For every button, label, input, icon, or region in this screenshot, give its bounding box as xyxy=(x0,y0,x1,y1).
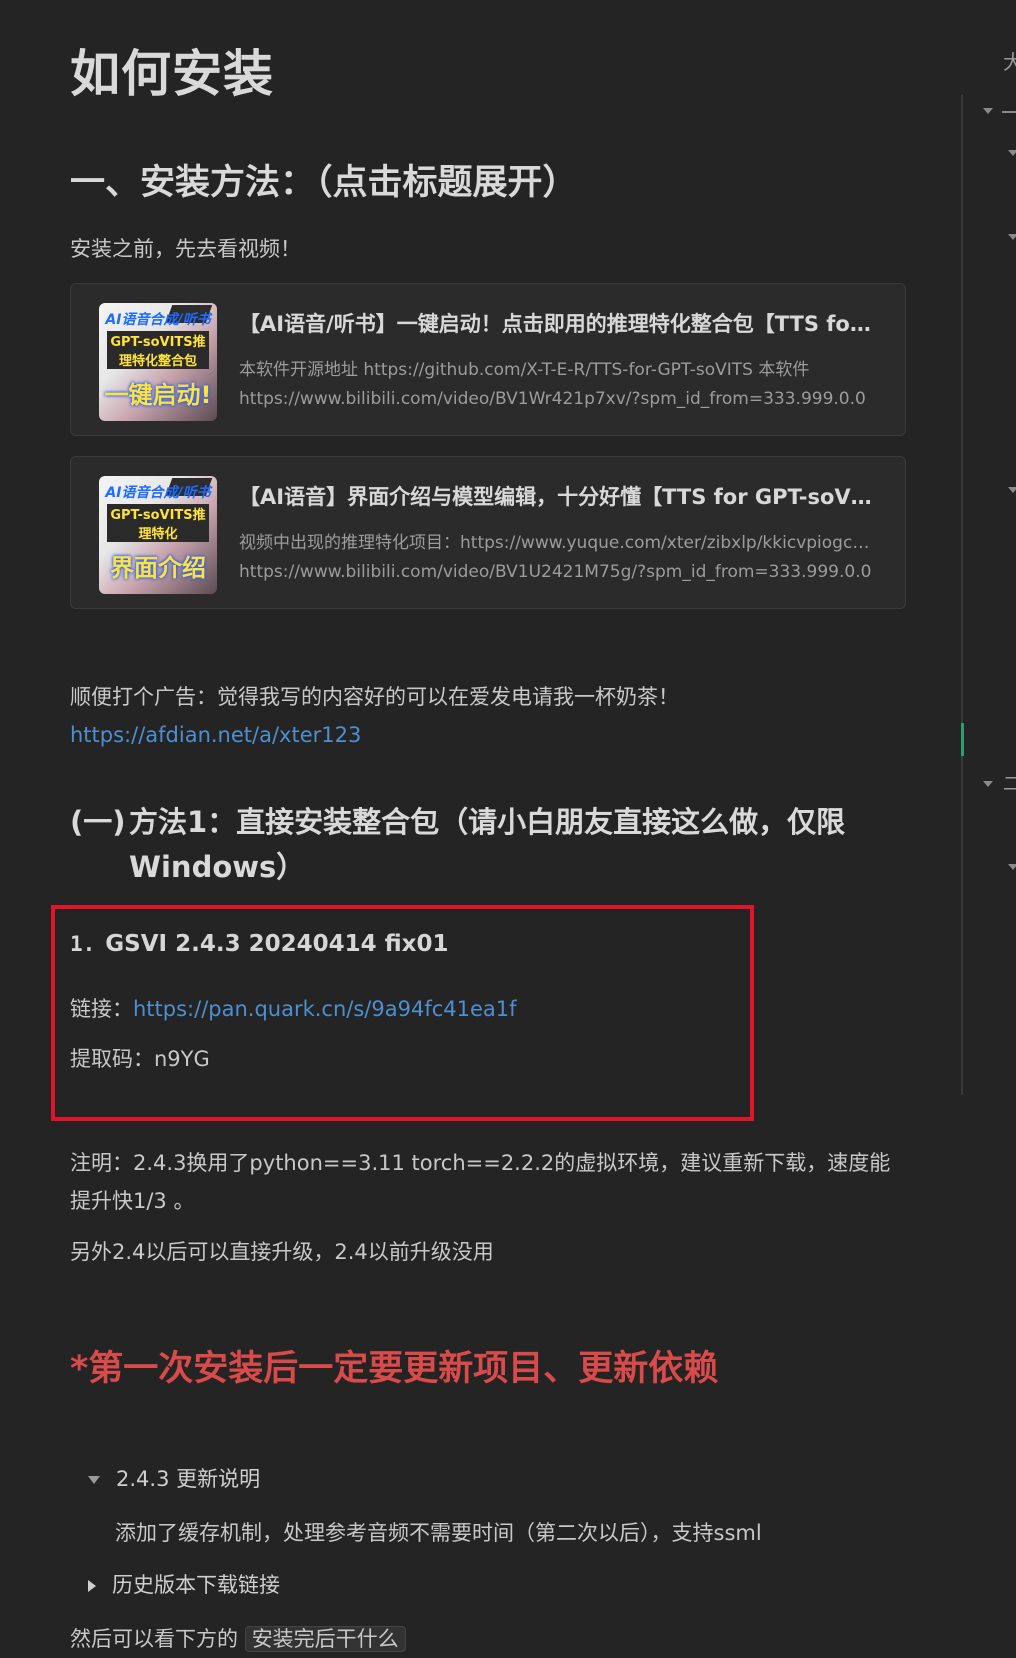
video-thumbnail: AI语音合成/听书 GPT-soVITS推理特化 界面介绍 xyxy=(99,476,217,594)
toc-chevron-down-icon[interactable] xyxy=(1008,150,1016,156)
toc-active-indicator xyxy=(961,723,964,756)
toggle-label: 2.4.3 更新说明 xyxy=(116,1467,261,1491)
toc-chevron-down-icon[interactable] xyxy=(983,108,993,114)
toggle-history-downloads[interactable]: 历史版本下载链接 xyxy=(88,1569,280,1599)
package-version: GSVI 2.4.3 20240414 fix01 xyxy=(105,931,449,957)
afdian-link[interactable]: https://afdian.net/a/xter123 xyxy=(70,723,361,747)
video-card-1[interactable]: AI语音合成/听书 GPT-soVITS推理特化整合包 一键启动! 【AI语音/… xyxy=(70,283,906,436)
video-card-url: https://www.bilibili.com/video/BV1U2421M… xyxy=(239,562,872,582)
method1-number: (一) xyxy=(70,805,126,839)
extract-code: 提取码：n9YG xyxy=(70,1047,210,1071)
video-card-url: https://www.bilibili.com/video/BV1Wr421p… xyxy=(239,389,866,409)
toc-title-char: 大 xyxy=(1003,50,1016,74)
video-card-2[interactable]: AI语音合成/听书 GPT-soVITS推理特化 界面介绍 【AI语音】界面介绍… xyxy=(70,456,906,609)
video-thumbnail: AI语音合成/听书 GPT-soVITS推理特化整合包 一键启动! xyxy=(99,303,217,421)
toc-chevron-down-icon[interactable] xyxy=(1008,487,1016,493)
link-label: 链接： xyxy=(70,997,133,1021)
inline-code-link[interactable]: 安装完后干什么 xyxy=(244,1626,406,1652)
quark-link[interactable]: https://pan.quark.cn/s/9a94fc41ea1f xyxy=(133,997,517,1021)
package-heading: 1. GSVI 2.4.3 20240414 fix01 xyxy=(70,931,449,957)
toc-chevron-down-icon[interactable] xyxy=(1008,864,1016,870)
intro-text: 安装之前，先去看视频！ xyxy=(70,237,301,261)
toc-chevron-down-icon[interactable] xyxy=(1008,234,1016,240)
update-warning-heading: *第一次安装后一定要更新项目、更新依赖 xyxy=(70,1349,719,1389)
method1-title-cont: Windows） xyxy=(129,850,306,884)
toggle-update-notes[interactable]: 2.4.3 更新说明 xyxy=(88,1463,260,1493)
video-card-description: 视频中出现的推理特化项目：https://www.yuque.com/xter/… xyxy=(239,533,879,553)
item-number: 1. xyxy=(70,932,96,956)
chevron-down-icon[interactable] xyxy=(88,1476,100,1484)
toc-rail xyxy=(961,95,963,1095)
download-link-line: 链接：https://pan.quark.cn/s/9a94fc41ea1f xyxy=(70,990,517,1028)
video-card-description: 本软件开源地址 https://github.com/X-T-E-R/TTS-f… xyxy=(239,360,810,380)
toc-item-dash[interactable] xyxy=(1002,111,1016,113)
ad-text: 顺便打个广告：觉得我写的内容好的可以在爱发电请我一杯奶茶！ xyxy=(70,685,679,709)
note-line-2: 提升快1/3 。 xyxy=(70,1189,195,1213)
section-heading-install-methods[interactable]: 一、安装方法：（点击标题展开） xyxy=(70,154,578,205)
method1-title: 方法1：直接安装整合包（请小白朋友直接这么做，仅限 xyxy=(129,805,846,839)
note-line-1: 注明：2.4.3换用了python==3.11 torch==2.2.2的虚拟环… xyxy=(70,1151,891,1175)
video-card-title: 【AI语音】界面介绍与模型编辑，十分好懂【TTS for GPT-soVITS】 xyxy=(239,485,879,509)
toc-chevron-down-icon[interactable] xyxy=(983,781,993,787)
toggle-update-content: 添加了缓存机制，处理参考音频不需要时间（第二次以后），支持ssml xyxy=(115,1521,762,1545)
video-card-title: 【AI语音/听书】一键启动！点击即用的推理特化整合包【TTS for GPT-s… xyxy=(239,312,879,336)
toc-section-two-char[interactable]: 二 xyxy=(1003,770,1016,796)
document-body: 如何安装 一、安装方法：（点击标题展开） 安装之前，先去看视频！ AI语音合成/… xyxy=(0,0,960,1652)
page-title: 如何安装 xyxy=(70,45,274,103)
upgrade-note: 另外2.4以后可以直接升级，2.4以前升级没用 xyxy=(70,1240,494,1264)
chevron-right-icon[interactable] xyxy=(88,1580,96,1592)
method1-heading[interactable]: (一) 方法1：直接安装整合包（请小白朋友直接这么做，仅限 Windows） xyxy=(70,800,870,884)
bottom-text: 然后可以看下方的 安装完后干什么 xyxy=(70,1620,406,1658)
ad-link-line: https://afdian.net/a/xter123 xyxy=(70,716,361,754)
toggle-label: 历史版本下载链接 xyxy=(112,1573,280,1597)
